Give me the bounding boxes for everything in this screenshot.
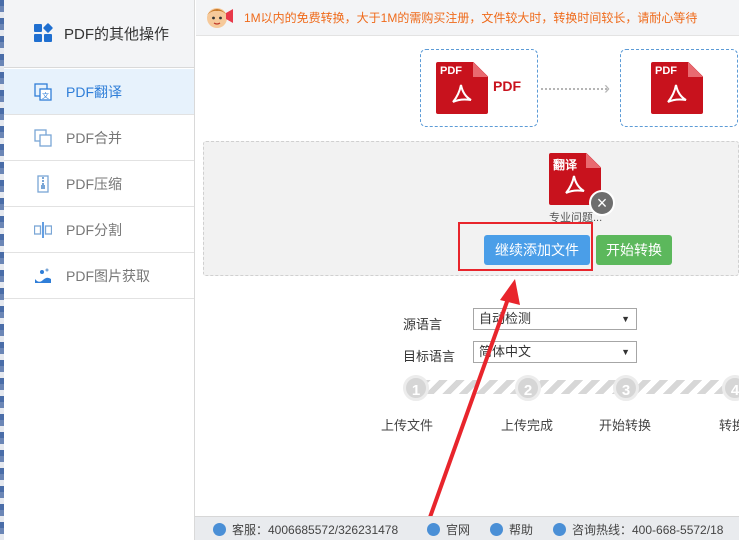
sidebar-item-merge[interactable]: PDF合并 [4, 115, 194, 161]
annotation-highlight-box [458, 222, 593, 271]
step-2-indicator: 2 [515, 375, 541, 401]
flow-connector [541, 88, 607, 90]
svg-text:文: 文 [42, 91, 49, 100]
qq-icon [213, 523, 226, 536]
source-format-label: PDF [493, 78, 521, 94]
target-language-label: 目标语言 [403, 349, 456, 364]
sidebar-item-label: PDF图片获取 [66, 267, 150, 284]
hotline-info: 咨询热线：400-668-5572/18 [553, 521, 723, 538]
target-format-box: PDF [620, 49, 738, 127]
sidebar: PDF的其他操作 文 PDF翻译 PDF合并 PDF压缩 PDF分割 PDF图片… [0, 0, 195, 540]
dropdown-caret-icon: ▼ [621, 347, 630, 357]
home-icon [427, 523, 440, 536]
step-1-label: 上传文件 [381, 418, 434, 433]
progress-track [418, 380, 739, 394]
step-3-label: 开始转换 [599, 418, 652, 433]
dropdown-caret-icon: ▼ [621, 314, 630, 324]
target-language-select[interactable]: 简体中文 ▼ [473, 341, 637, 363]
phone-icon [553, 523, 566, 536]
sidebar-title: PDF的其他操作 [64, 26, 170, 43]
file-badge: 翻译 [553, 158, 578, 172]
remove-file-close-icon[interactable]: × [589, 190, 615, 216]
split-icon [33, 221, 53, 239]
step-4-indicator: 4 [722, 375, 739, 401]
chevron-right-icon: › [604, 78, 610, 98]
customer-service-info: 客服：4006685572/326231478 [213, 521, 398, 538]
source-language-select[interactable]: 自动检测 ▼ [473, 308, 637, 330]
sidebar-item-label: PDF压缩 [66, 175, 122, 192]
translate-icon: 文 [34, 82, 52, 101]
sidebar-item-label: PDF合并 [66, 129, 122, 146]
sidebar-item-label: PDF翻译 [66, 83, 122, 100]
step-1-indicator: 1 [403, 375, 429, 401]
start-convert-button[interactable]: 开始转换 [596, 235, 672, 265]
compress-icon [34, 174, 52, 193]
help-icon [490, 523, 503, 536]
step-3-indicator: 3 [613, 375, 639, 401]
grid-icon [34, 22, 54, 44]
pdf-file-icon: PDF [436, 62, 488, 114]
notice-text: 1M以内的免费转换，大于1M的需购买注册，文件较大时，转换时间较长，请耐心等待 [244, 11, 698, 25]
source-format-box: PDF PDF [420, 49, 538, 127]
pdf-file-icon: PDF [651, 62, 703, 114]
source-language-label: 源语言 [403, 317, 443, 332]
help-link[interactable]: 帮助 [490, 521, 533, 538]
sidebar-header: PDF的其他操作 [4, 0, 194, 68]
image-extract-icon [34, 267, 52, 285]
app-window: PDF的其他操作 文 PDF翻译 PDF合并 PDF压缩 PDF分割 PDF图片… [0, 0, 739, 540]
sidebar-item-label: PDF分割 [66, 221, 122, 238]
status-footer: 客服：4006685572/326231478 官网 帮助 咨询热线：400-6… [195, 516, 739, 540]
website-link[interactable]: 官网 [427, 521, 470, 538]
sidebar-item-image-extract[interactable]: PDF图片获取 [4, 253, 194, 299]
merge-icon [34, 128, 52, 147]
mascot-icon [204, 3, 234, 33]
sidebar-item-split[interactable]: PDF分割 [4, 207, 194, 253]
step-4-label: 转换 [719, 418, 739, 433]
sidebar-item-compress[interactable]: PDF压缩 [4, 161, 194, 207]
step-2-label: 上传完成 [501, 418, 554, 433]
sidebar-item-translate[interactable]: 文 PDF翻译 [4, 69, 194, 115]
notice-bar: 1M以内的免费转换，大于1M的需购买注册，文件较大时，转换时间较长，请耐心等待 [196, 0, 739, 36]
